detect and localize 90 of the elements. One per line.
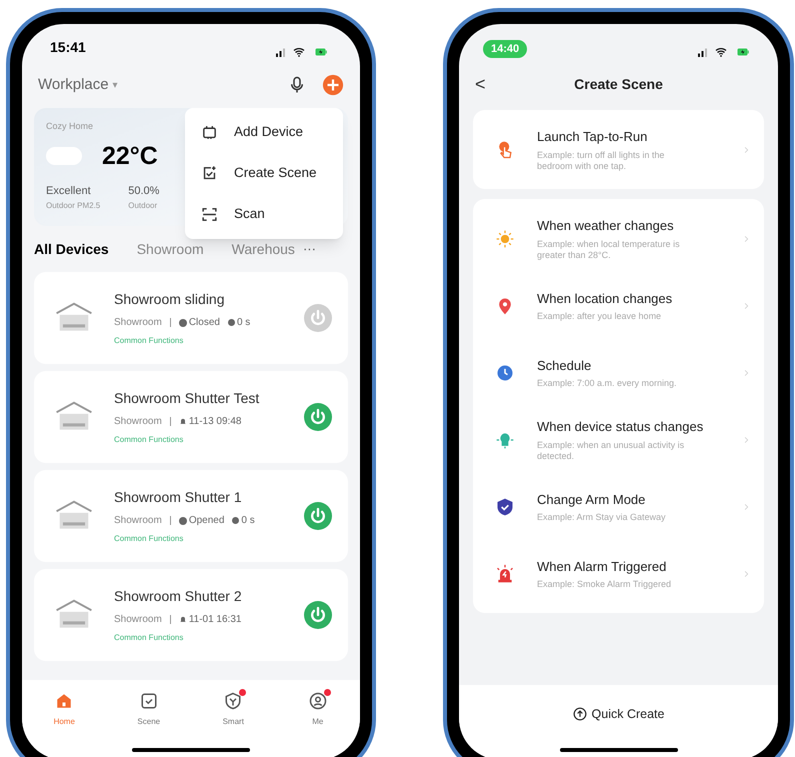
status-time: 14:40 [483,40,528,58]
option-title: Launch Tap-to-Run [537,128,648,146]
stat-value: 50.0% [128,184,160,199]
clock-icon [495,362,515,382]
device-card[interactable]: Showroom Shutter 2 Showroom 11-01 16:31 Common Functions [34,569,348,661]
arrow-up-circle-icon [572,707,587,721]
home-title[interactable]: Workplace [38,74,109,96]
stat-label: Outdoor PM2.5 [46,200,100,212]
device-card[interactable]: Showroom Shutter Test Showroom 11-13 09:48 Common Functions [34,371,348,463]
timestamp: 11-13 09:48 [188,415,242,429]
device-name: Showroom Shutter 2 [114,587,243,606]
shield-check-icon [495,496,515,516]
chevron-right-icon [743,300,750,310]
option-example: Example: Arm Stay via Gateway [537,512,667,524]
microphone-icon[interactable] [288,75,306,95]
house-icon [55,692,74,710]
quick-create-button[interactable]: Quick Create [572,703,664,725]
chevron-right-icon [743,502,750,512]
nav-tab[interactable]: Smart [208,692,258,732]
device-name: Showroom Shutter Test [114,389,260,408]
scan-icon [201,206,218,223]
wifi-icon [292,46,306,58]
back-button[interactable]: < [475,70,486,98]
chevron-right-icon [743,568,750,578]
chevron-right-icon [743,144,750,154]
option-example: Example: when local temperature is greater than 28°C. [537,238,681,261]
scene-option[interactable]: Schedule Example: 7:00 a.m. every morning. [473,339,764,406]
add-icon[interactable] [322,74,344,96]
wifi-icon [714,46,728,58]
scene-option[interactable]: Change Arm Mode Example: Arm Stay via Gateway [473,473,764,540]
power-icon[interactable] [304,502,332,530]
page-title: Create Scene [574,74,663,94]
scene-option[interactable]: When weather changes Example: when local temperature is greater than 28°C. [473,205,764,272]
shield-icon [224,692,242,710]
scene-option[interactable]: When location changes Example: after you leave home [473,272,764,339]
more-tabs-button[interactable]: ··· [302,239,316,259]
device-status: Closed [188,316,220,330]
home-name: Cozy Home [46,120,94,133]
stat-label: Outdoor [128,200,158,212]
option-example: Example: after you leave home [537,311,662,322]
option-example: Example: when an unusual activity is detected. [537,440,686,462]
scene-option[interactable]: When Alarm Triggered Example: Smoke Alarm Triggered [473,540,764,607]
status-time: 15:41 [50,38,86,57]
checklist-icon [201,165,218,182]
tab[interactable]: All Devices [34,238,109,260]
temperature: 22°C [102,140,158,172]
option-title: When device status changes [537,418,704,436]
room-name: Showroom [114,316,162,330]
option-title: When Alarm Triggered [537,558,668,576]
device-status: Opened [188,514,224,528]
device-name: Showroom Shutter 1 [114,488,243,507]
option-title: Change Arm Mode [537,490,646,509]
chevron-right-icon [743,434,750,444]
chevron-right-icon [743,368,750,378]
room-name: Showroom [114,613,162,627]
device-card[interactable]: Showroom Shutter 1 Showroom Opened 0 s Common Functions [34,470,348,562]
option-example: Example: Smoke Alarm Triggered [537,579,672,590]
profile-icon [308,692,327,710]
timestamp: 11-01 16:31 [188,613,242,627]
option-title: When weather changes [537,217,675,236]
device-name: Showroom sliding [114,290,226,309]
menu-item[interactable]: Create Scene [185,153,343,194]
duration: 0 s [236,316,250,330]
option-title: Schedule [537,356,592,375]
scene-option[interactable]: When device status changes Example: when an unusual activity is detected. [473,406,764,473]
siren-icon [495,564,515,584]
option-example: Example: turn off all lights in the bedroom with one tap. [537,150,666,172]
nav-tab[interactable]: Me [292,692,343,732]
option-example: Example: 7:00 a.m. every morning. [537,378,678,390]
duration: 0 s [241,514,255,528]
signal-icon [696,46,710,58]
bell-icon [178,615,187,624]
room-name: Showroom [114,415,162,429]
menu-item[interactable]: Scan [185,194,343,235]
chevron-right-icon [743,234,750,244]
menu-item[interactable]: Add Device [185,112,343,153]
bell-icon [178,417,187,426]
nav-tab[interactable]: Scene [124,692,174,732]
checkbox-icon [140,692,158,710]
room-name: Showroom [114,514,162,528]
power-icon[interactable] [304,304,332,332]
power-icon[interactable] [304,403,332,431]
scene-option[interactable]: Launch Tap-to-Run Example: turn off all lights in the bedroom with one tap. [473,116,764,183]
device-icon [201,124,218,141]
sun-icon [495,228,515,248]
option-title: When location changes [537,290,674,308]
stat-value: Excellent [46,184,92,199]
device-card[interactable]: Showroom sliding Showroom Closed 0 s Common Functions [34,272,348,364]
power-icon[interactable] [304,601,332,629]
signal-icon [274,46,288,58]
